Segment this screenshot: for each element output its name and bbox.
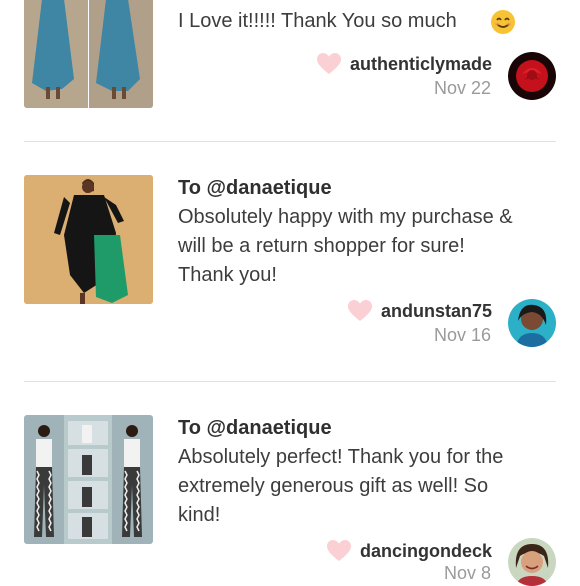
- listing-thumbnail[interactable]: [24, 415, 153, 544]
- reviewer-username[interactable]: dancingondeck: [360, 541, 492, 562]
- review-date: Nov 16: [433, 325, 491, 345]
- reviewer-row: andunstan75: [347, 298, 492, 324]
- review-card: To @danaetique Absolutely perfect! Thank…: [0, 382, 580, 586]
- reviewer-username[interactable]: authenticlymade: [350, 54, 492, 75]
- reviewer-username[interactable]: andunstan75: [381, 301, 492, 322]
- woman-smiling-avatar[interactable]: [508, 538, 556, 586]
- review-date: Nov 8: [443, 563, 491, 583]
- review-recipient[interactable]: To @danaetique: [178, 414, 558, 442]
- review-card: I Love it!!!!! Thank You so much authent…: [0, 0, 580, 140]
- heart-icon[interactable]: [347, 299, 373, 323]
- woman-portrait-avatar[interactable]: [508, 299, 556, 347]
- review-message: Obsolutely happy with my purchase & will…: [178, 206, 513, 286]
- heart-icon[interactable]: [316, 52, 342, 76]
- review-card: To @danaetique Obsolutely happy with my …: [0, 142, 580, 382]
- red-rose-avatar[interactable]: [508, 52, 556, 100]
- review-date: Nov 22: [433, 78, 491, 98]
- reviewer-row: authenticlymade: [316, 51, 492, 77]
- reviewer-row: dancingondeck: [326, 538, 492, 564]
- smiling-face-emoji-icon: [490, 9, 516, 35]
- review-message: Absolutely perfect! Thank you for the ex…: [178, 446, 504, 526]
- listing-thumbnail[interactable]: [24, 175, 153, 304]
- listing-thumbnail[interactable]: [24, 0, 153, 108]
- review-recipient[interactable]: To @danaetique: [178, 174, 558, 202]
- heart-icon[interactable]: [326, 539, 352, 563]
